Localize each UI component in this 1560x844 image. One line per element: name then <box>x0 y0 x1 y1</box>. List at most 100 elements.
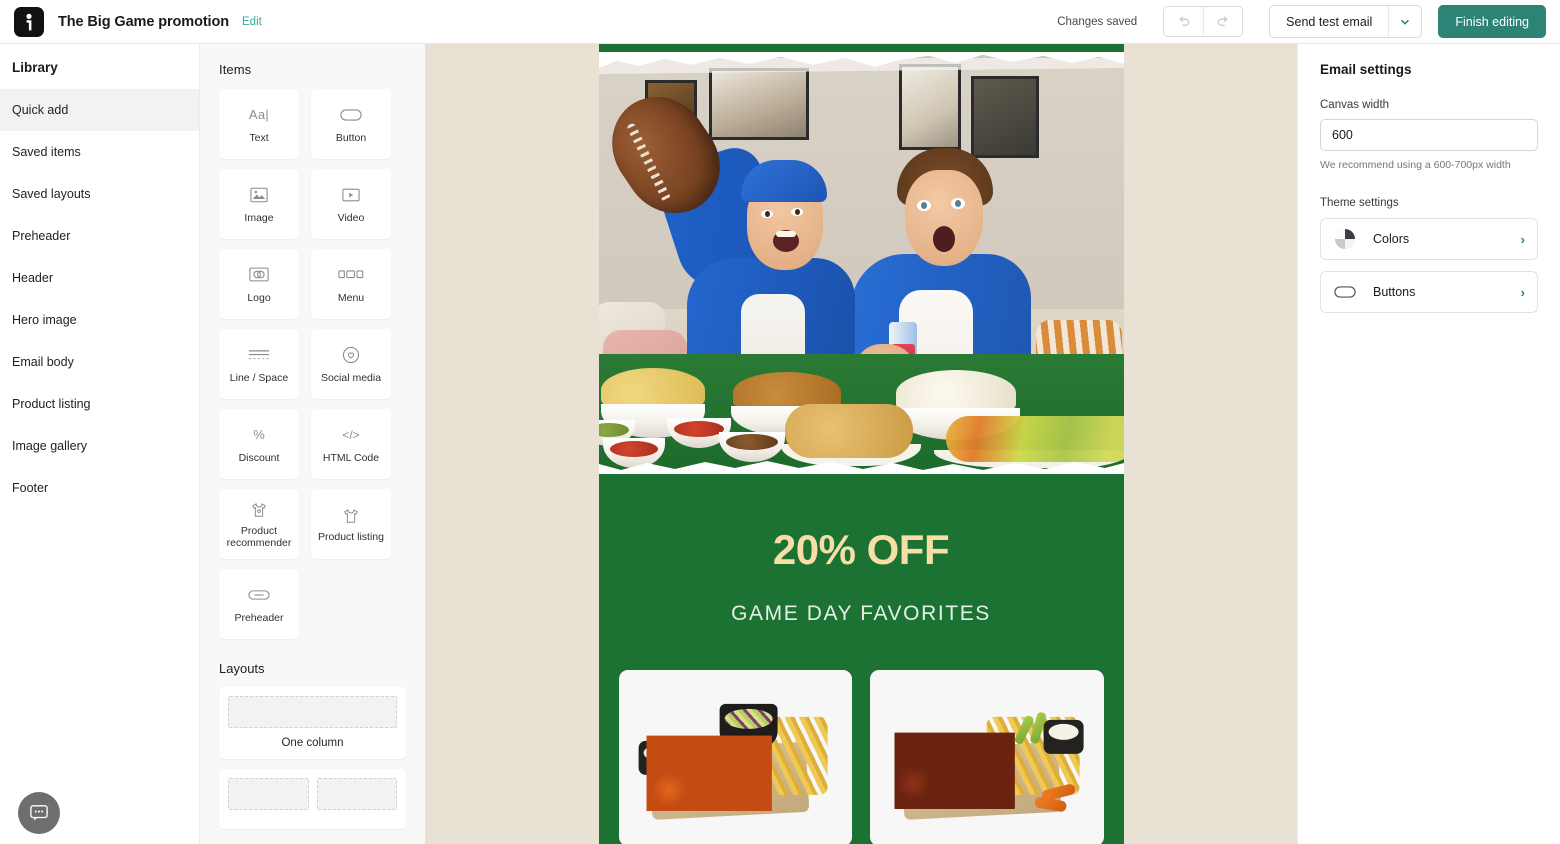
layouts-heading: Layouts <box>219 661 265 676</box>
sidebar-item-preheader[interactable]: Preheader <box>0 215 199 257</box>
send-test-email-group: Send test email <box>1269 5 1423 38</box>
item-tile-label: Button <box>335 131 367 144</box>
item-tile-label: Image <box>244 211 274 224</box>
color-wheel-icon <box>1333 229 1357 249</box>
toolbar-actions: Changes saved Send test email Finish edi… <box>1057 5 1546 38</box>
sidebar-item-footer[interactable]: Footer <box>0 467 199 509</box>
theme-row-colors[interactable]: Colors › <box>1320 218 1538 260</box>
item-tile-menu[interactable]: Menu <box>311 249 391 319</box>
layout-card-one-column[interactable]: One column <box>219 687 406 759</box>
page-title: The Big Game promotion <box>58 13 230 30</box>
item-tile-preheader[interactable]: Preheader <box>219 569 299 639</box>
product-image <box>886 696 1087 826</box>
product-listing-block[interactable] <box>599 626 1124 844</box>
item-tile-label: Discount <box>238 451 280 464</box>
product-card[interactable] <box>870 670 1104 844</box>
sidebar-item-saved-items[interactable]: Saved items <box>0 131 199 173</box>
social-heart-icon <box>342 344 360 366</box>
item-tile-label: HTML Code <box>322 451 380 464</box>
salsa-bowl <box>602 438 665 468</box>
top-toolbar: The Big Game promotion Edit Changes save… <box>0 0 1560 44</box>
mouth <box>932 226 955 252</box>
library-heading: Library <box>12 60 58 75</box>
layout-placeholder <box>316 778 397 810</box>
button-pill-icon <box>340 104 362 126</box>
food-table <box>598 354 1124 474</box>
sidebar-item-header[interactable]: Header <box>0 257 199 299</box>
item-tile-product-recommender[interactable]: Product recommender <box>219 489 299 559</box>
item-tile-label: Product recommender <box>226 524 292 549</box>
sidebar-item-email-body[interactable]: Email body <box>0 341 199 383</box>
undo-button[interactable] <box>1164 7 1204 36</box>
line-space-icon <box>248 344 270 366</box>
item-tile-image[interactable]: Image <box>219 169 299 239</box>
promo-text-block[interactable]: 20% OFF GAME DAY FAVORITES <box>599 474 1124 626</box>
pigs-in-blankets <box>784 404 913 458</box>
item-tile-text[interactable]: Aa| Text <box>219 89 299 159</box>
sidebar-item-label: Preheader <box>12 229 71 243</box>
eye <box>950 198 965 209</box>
item-tile-discount[interactable]: % Discount <box>219 409 299 479</box>
promo-headline: 20% OFF <box>772 526 950 573</box>
theme-row-label: Colors <box>1373 232 1410 246</box>
sidebar-item-hero-image[interactable]: Hero image <box>0 299 199 341</box>
percent-icon: % <box>253 427 265 443</box>
eye <box>790 208 803 216</box>
layout-placeholder <box>228 696 397 728</box>
item-tile-video[interactable]: Video <box>311 169 391 239</box>
item-tile-button[interactable]: Button <box>311 89 391 159</box>
edit-title-link[interactable]: Edit <box>242 16 262 28</box>
email-canvas[interactable]: 20% OFF GAME DAY FAVORITES <box>598 44 1124 844</box>
save-status: Changes saved <box>1057 15 1138 28</box>
wall-art <box>898 64 961 150</box>
chat-bubble-icon <box>30 805 48 821</box>
sidebar-item-image-gallery[interactable]: Image gallery <box>0 425 199 467</box>
sidebar-item-quick-add[interactable]: Quick add <box>0 89 199 131</box>
email-editor-app: The Big Game promotion Edit Changes save… <box>0 0 1560 844</box>
chat-support-button[interactable] <box>18 792 60 834</box>
canvas-width-hint: We recommend using a 600-700px width <box>1320 159 1511 171</box>
product-image <box>635 696 836 826</box>
layout-placeholder <box>228 778 309 810</box>
layout-card-label <box>228 810 397 829</box>
image-icon <box>250 184 268 206</box>
send-test-email-button[interactable]: Send test email <box>1270 6 1388 37</box>
theme-row-label: Buttons <box>1373 285 1416 299</box>
theme-settings-label: Theme settings <box>1320 197 1399 209</box>
item-tile-label: Video <box>337 211 365 224</box>
item-tile-logo[interactable]: Logo <box>219 249 299 319</box>
item-tile-social-media[interactable]: Social media <box>311 329 391 399</box>
items-heading: Items <box>219 62 252 77</box>
product-card[interactable] <box>618 670 852 844</box>
button-pill-icon <box>1333 286 1357 298</box>
canvas-workspace[interactable]: 20% OFF GAME DAY FAVORITES <box>425 44 1297 844</box>
settings-heading: Email settings <box>1320 62 1412 77</box>
hero-photo <box>598 58 1124 474</box>
sidebar-item-product-listing[interactable]: Product listing <box>0 383 199 425</box>
sidebar-item-label: Quick add <box>12 103 69 117</box>
logo-icon <box>249 264 269 286</box>
sidebar-item-label: Saved items <box>12 145 81 159</box>
item-tile-html-code[interactable]: </> HTML Code <box>311 409 391 479</box>
hero-image-block[interactable] <box>598 44 1124 474</box>
item-tile-product-listing[interactable]: Product listing <box>311 489 391 559</box>
menu-blocks-icon <box>338 264 364 286</box>
item-tile-label: Preheader <box>234 611 284 624</box>
text-aa-icon: Aa| <box>248 107 270 123</box>
wall-art <box>708 68 809 140</box>
sidebar-item-saved-layouts[interactable]: Saved layouts <box>0 173 199 215</box>
layout-card-two-column[interactable] <box>219 769 406 829</box>
redo-button[interactable] <box>1203 7 1243 36</box>
chevron-right-icon: › <box>1520 284 1525 300</box>
theme-row-buttons[interactable]: Buttons › <box>1320 271 1538 313</box>
brand-logo-icon[interactable] <box>14 6 44 37</box>
sidebar-item-label: Image gallery <box>12 439 88 453</box>
item-tile-line-space[interactable]: Line / Space <box>219 329 299 399</box>
item-tile-label: Product listing <box>318 530 384 543</box>
chevron-down-icon[interactable] <box>1388 6 1421 37</box>
eye <box>916 200 931 211</box>
canvas-width-label: Canvas width <box>1320 99 1390 111</box>
canvas-width-input[interactable] <box>1320 119 1538 151</box>
mouth <box>772 230 799 252</box>
finish-editing-button[interactable]: Finish editing <box>1438 5 1546 38</box>
